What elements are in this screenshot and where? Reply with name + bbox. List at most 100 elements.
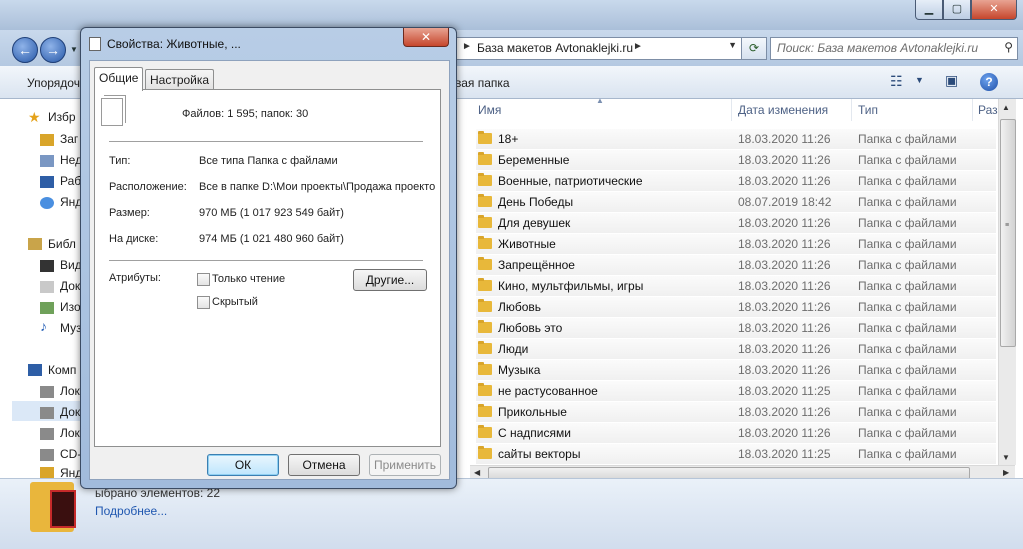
back-button[interactable]: ← <box>12 37 38 63</box>
address-path[interactable]: База макетов Avtonaklejki.ru <box>477 41 633 55</box>
preview-pane-icon[interactable]: ▣ <box>945 72 958 89</box>
type-label: Тип: <box>109 155 131 167</box>
nav-libraries[interactable]: Библ <box>48 237 76 251</box>
file-date: 18.03.2020 11:26 <box>738 279 831 293</box>
table-row[interactable]: Любовь 18.03.2020 11:26 Папка с файлами <box>476 297 996 318</box>
size-value: 970 МБ (1 017 923 549 байт) <box>199 207 344 219</box>
scroll-down-icon[interactable]: ▼ <box>1002 453 1010 462</box>
nav-item-recent[interactable]: Нед <box>60 153 82 167</box>
table-row[interactable]: Люди 18.03.2020 11:26 Папка с файлами <box>476 339 996 360</box>
dialog-close-button[interactable]: ✕ <box>403 28 449 47</box>
folder-icon <box>478 425 492 438</box>
folder-icon <box>478 320 492 333</box>
table-row[interactable]: Запрещённое 18.03.2020 11:26 Папка с файла… <box>476 255 996 276</box>
scroll-thumb[interactable]: ≡ <box>1000 119 1016 347</box>
table-row[interactable]: День Победы 08.07.2019 18:42 Папка с файла… <box>476 192 996 213</box>
forward-button[interactable]: → <box>40 37 66 63</box>
table-row[interactable]: 18+ 18.03.2020 11:26 Папка с файлами <box>476 129 996 150</box>
file-type: Папка с файлами <box>858 132 957 146</box>
table-row[interactable]: Беременные 18.03.2020 11:26 Папка с файлам… <box>476 150 996 171</box>
grip-icon: ≡ <box>1005 222 1010 229</box>
nav-item-documents[interactable]: Док <box>60 279 80 293</box>
advanced-attributes-button[interactable]: Другие... <box>353 269 427 291</box>
hidden-label[interactable]: Скрытый <box>212 296 258 308</box>
search-placeholder: Поиск: База макетов Avtonaklejki.ru <box>777 41 979 55</box>
column-divider[interactable] <box>972 99 973 121</box>
readonly-checkbox[interactable] <box>197 273 210 286</box>
multiple-files-icon <box>101 98 123 126</box>
nav-item-disk-d[interactable]: Док <box>60 405 80 419</box>
search-input[interactable]: Поиск: База макетов Avtonaklejki.ru ⚲ <box>770 37 1018 60</box>
nav-item-pictures[interactable]: Изо <box>60 300 81 314</box>
nav-item-local-disk[interactable]: Лок <box>60 384 80 398</box>
close-icon: ✕ <box>420 30 432 44</box>
maximize-button[interactable]: ▢ <box>943 0 971 20</box>
dialog-title: Свойства: Животные, ... <box>107 37 241 51</box>
cancel-button[interactable]: Отмена <box>288 454 360 476</box>
nav-item-local-disk-2[interactable]: Лок <box>60 426 80 440</box>
computer-icon <box>28 364 42 376</box>
properties-icon <box>89 37 101 51</box>
close-button[interactable]: ✕ <box>971 0 1017 20</box>
table-row[interactable]: Для девушек 18.03.2020 11:26 Папка с файла… <box>476 213 996 234</box>
file-name: Военные, патриотические <box>498 174 643 188</box>
folder-icon <box>478 194 492 207</box>
help-button[interactable]: ? <box>980 73 998 91</box>
new-folder-button[interactable]: вая папка <box>455 76 510 90</box>
chevron-down-icon[interactable]: ▼ <box>728 40 737 50</box>
table-row[interactable]: Прикольные 18.03.2020 11:26 Папка с файлам… <box>476 402 996 423</box>
scroll-left-icon[interactable]: ◀ <box>474 468 480 477</box>
table-row[interactable]: Кино, мультфильмы, игры 18.03.2020 11:26 П… <box>476 276 996 297</box>
view-options-icon[interactable]: ☷ <box>890 73 903 90</box>
column-header-name[interactable]: Имя <box>478 103 501 117</box>
column-divider[interactable] <box>731 99 732 121</box>
file-name: С надписями <box>498 426 571 440</box>
folder-icon <box>478 446 492 459</box>
apply-button[interactable]: Применить <box>369 454 441 476</box>
refresh-button[interactable]: ⟳ <box>741 37 767 60</box>
recent-pages-dropdown[interactable]: ▼ <box>70 45 78 54</box>
nav-item-desktop[interactable]: Раб <box>60 174 81 188</box>
column-header-type[interactable]: Тип <box>858 103 878 117</box>
chevron-down-icon[interactable]: ▼ <box>915 75 924 85</box>
nav-item-video[interactable]: Вид <box>60 258 82 272</box>
nav-favorites[interactable]: Избр <box>48 110 76 124</box>
column-divider[interactable] <box>851 99 852 121</box>
nav-item-downloads[interactable]: Заг <box>60 132 78 146</box>
breadcrumb-arrow-icon[interactable]: ► <box>633 41 643 52</box>
tab-customize[interactable]: Настройка <box>145 69 215 90</box>
folder-icon <box>478 278 492 291</box>
star-icon: ★ <box>28 109 41 125</box>
recent-icon <box>40 155 54 167</box>
minimize-button[interactable]: ▁ <box>915 0 943 20</box>
tab-general[interactable]: Общие <box>94 67 144 91</box>
table-row[interactable]: Музыка 18.03.2020 11:26 Папка с файлами <box>476 360 996 381</box>
table-row[interactable]: не растусованное 18.03.2020 11:25 Папка с … <box>476 381 996 402</box>
address-bar[interactable]: ► База макетов Avtonaklejki.ru ► ▼ <box>456 37 742 60</box>
table-row[interactable]: С надписями 18.03.2020 11:26 Папка с файла… <box>476 423 996 444</box>
type-value: Все типа Папка с файлами <box>199 155 338 167</box>
table-row[interactable]: Военные, патриотические 18.03.2020 11:26 П… <box>476 171 996 192</box>
vertical-scrollbar[interactable]: ▲ ≡ ▼ <box>998 99 1016 465</box>
scroll-up-icon[interactable]: ▲ <box>1002 103 1010 112</box>
column-header-date[interactable]: Дата изменения <box>738 103 828 117</box>
nav-computer[interactable]: Комп <box>48 363 76 377</box>
column-header-size[interactable]: Раз <box>978 103 998 117</box>
nav-item-music[interactable]: Муз <box>60 321 82 335</box>
nav-item-yandex[interactable]: Янд <box>60 195 82 209</box>
table-row[interactable]: сайты векторы 18.03.2020 11:25 Папка с фай… <box>476 444 996 465</box>
documents-icon <box>40 281 54 293</box>
divider <box>109 141 423 142</box>
folder-icon <box>478 299 492 312</box>
drive-icon <box>40 428 54 440</box>
nav-item-cd[interactable]: CD- <box>60 447 81 461</box>
readonly-label[interactable]: Только чтение <box>212 273 285 285</box>
ok-button[interactable]: ОК <box>207 454 279 476</box>
organize-button[interactable]: Упорядоч <box>27 76 80 90</box>
more-details-link[interactable]: Подробнее... <box>95 504 167 518</box>
table-row[interactable]: Животные 18.03.2020 11:26 Папка с файлами <box>476 234 996 255</box>
scroll-right-icon[interactable]: ▶ <box>1003 468 1009 477</box>
table-row[interactable]: Любовь это 18.03.2020 11:26 Папка с файлам… <box>476 318 996 339</box>
hidden-checkbox[interactable] <box>197 296 210 309</box>
file-name: Любовь это <box>498 321 563 335</box>
